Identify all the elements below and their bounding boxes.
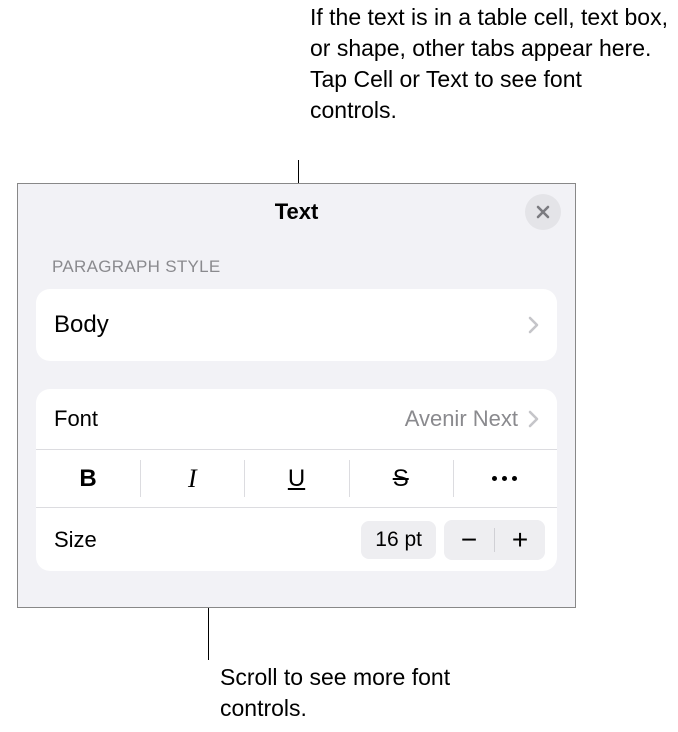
close-button[interactable] xyxy=(525,194,561,230)
font-value: Avenir Next xyxy=(405,406,518,432)
strikethrough-button[interactable]: S xyxy=(349,450,453,507)
chevron-right-icon xyxy=(528,316,539,334)
more-options-button[interactable] xyxy=(453,450,557,507)
size-increase-button[interactable]: + xyxy=(495,520,545,560)
bold-button[interactable]: B xyxy=(36,450,140,507)
paragraph-style-value: Body xyxy=(54,311,109,339)
size-stepper: − + xyxy=(444,520,545,560)
format-row: B I U S xyxy=(36,449,557,507)
paragraph-style-card: Body xyxy=(36,289,557,361)
close-icon xyxy=(535,204,551,220)
size-controls: 16 pt − + xyxy=(361,520,545,560)
panel-header: Text xyxy=(18,184,575,239)
callout-leader-bottom xyxy=(208,608,209,660)
underline-icon: U xyxy=(288,465,305,493)
size-decrease-button[interactable]: − xyxy=(444,520,494,560)
italic-button[interactable]: I xyxy=(140,450,244,507)
paragraph-style-row[interactable]: Body xyxy=(36,289,557,361)
strikethrough-icon: S xyxy=(393,465,409,493)
size-label: Size xyxy=(54,527,97,553)
italic-icon: I xyxy=(188,464,197,494)
font-label: Font xyxy=(54,406,98,432)
size-row: Size 16 pt − + xyxy=(36,507,557,571)
chevron-right-icon xyxy=(528,410,539,428)
underline-button[interactable]: U xyxy=(244,450,348,507)
section-label-paragraph-style: PARAGRAPH STYLE xyxy=(18,239,575,283)
more-icon xyxy=(492,476,517,481)
callout-bottom: Scroll to see more font controls. xyxy=(220,662,520,724)
callout-top: If the text is in a table cell, text box… xyxy=(310,2,670,126)
size-value[interactable]: 16 pt xyxy=(361,521,436,559)
font-card: Font Avenir Next B I U S xyxy=(36,389,557,571)
text-format-panel: Text PARAGRAPH STYLE Body Font Avenir Ne… xyxy=(17,183,576,608)
font-row[interactable]: Font Avenir Next xyxy=(36,389,557,449)
bold-icon: B xyxy=(79,465,96,493)
panel-title: Text xyxy=(275,199,319,225)
